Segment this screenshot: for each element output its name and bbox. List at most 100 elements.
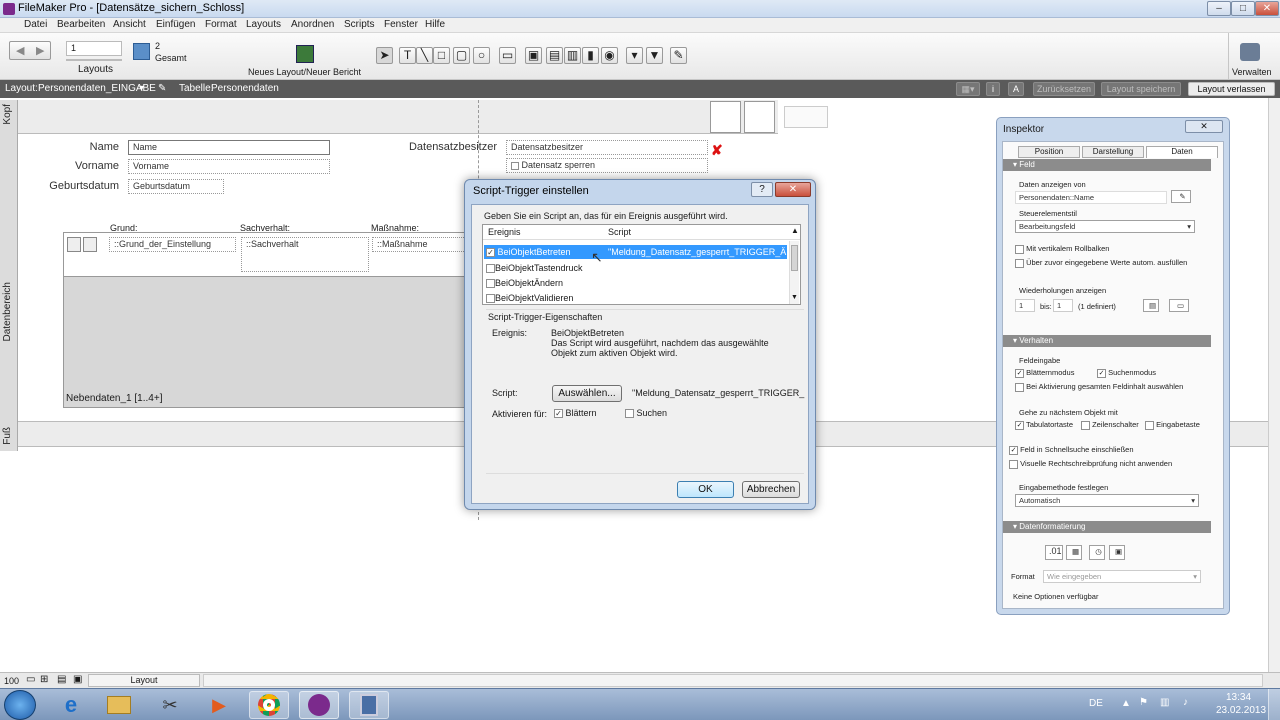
start-button-icon[interactable] [4,690,36,720]
return-key-option[interactable]: Zeilenschalter [1081,420,1139,430]
view-options-icon[interactable]: ▦▾ [956,82,980,96]
spellcheck-checkbox[interactable] [1009,459,1018,469]
menu-anordnen[interactable]: Anordnen [291,19,334,30]
media-player-icon[interactable]: ▶ [199,691,239,719]
delete-x-icon[interactable]: ✘ [711,142,723,159]
event-row-betreten[interactable]: ✓ BeiObjektBetreten "Meldung_Datensatz_g… [484,245,794,259]
event-row-validieren[interactable]: BeiObjektValidieren [484,291,787,305]
inspector-close-icon[interactable]: ✕ [1185,120,1223,133]
tray-arrow-icon[interactable]: ▲ [1121,698,1131,709]
portal-button-2[interactable] [83,237,97,252]
menu-hilfe[interactable]: Hilfe [425,19,445,30]
tab-darstellung[interactable]: Darstellung [1082,146,1144,158]
find-mode-option[interactable]: ✓ Suchenmodus [1097,368,1156,378]
time-format-icon[interactable]: ◷ [1089,545,1105,560]
menu-einfuegen[interactable]: Einfügen [156,19,195,30]
tab-key-option[interactable]: ✓ Tabulatortaste [1015,420,1073,430]
field-vorname[interactable]: Vorname [128,159,330,174]
section-datenformatierung[interactable]: ▾ Datenformatierung [1003,521,1211,533]
field-control-tool-icon[interactable]: ▾ [626,47,643,64]
record-slider[interactable] [66,59,122,61]
manage-icon[interactable] [1240,43,1260,61]
save-layout-button[interactable]: Layout speichern [1101,82,1181,96]
language-indicator[interactable]: DE [1089,698,1103,709]
new-layout-icon[interactable] [296,45,314,63]
event-checkbox-aendern[interactable] [486,279,495,289]
event-row-aendern[interactable]: BeiObjektÄndern [484,276,787,290]
scrollbar-option[interactable]: Mit vertikalem Rollbalken [1015,244,1109,254]
return-key-checkbox[interactable] [1081,420,1090,430]
tab-position[interactable]: Position [1018,146,1080,158]
rep-from-input[interactable]: 1 [1015,299,1035,312]
filemaker-pro-icon[interactable] [299,691,339,719]
rep-vertical-icon[interactable]: ▤ [1143,299,1159,312]
band-header[interactable]: Kopf [0,100,18,136]
select-all-option[interactable]: Bei Aktivierung gesamten Feldinhalt ausw… [1015,382,1183,392]
quickfind-option[interactable]: ✓ Feld in Schnellsuche einschließen [1009,445,1134,455]
zoom-level[interactable]: 100 [4,676,19,686]
snipping-tool-icon[interactable]: ✂ [150,691,190,719]
pointer-tool-icon[interactable]: ➤ [376,47,393,64]
vertical-scrollbar[interactable] [1268,98,1280,672]
scroll-down-icon[interactable]: ▼ [791,294,798,301]
oval-tool-icon[interactable]: ○ [473,47,490,64]
find-checkbox[interactable] [625,409,634,419]
scroll-up-icon[interactable]: ▲ [791,226,799,235]
clock-date[interactable]: 23.02.2013 [1216,705,1266,716]
video-editor-icon[interactable] [349,691,389,719]
line-tool-icon[interactable]: ╲ [416,47,433,64]
text-tool-icon[interactable]: T [399,47,416,64]
toggle-toolbar-icon[interactable]: ▣ [73,674,82,685]
flag-icon[interactable]: ⚑ [1139,697,1148,708]
event-list[interactable]: Ereignis Script ▲ ✓ BeiObjektBetreten "M… [482,224,801,305]
menu-fenster[interactable]: Fenster [384,19,418,30]
text-format-icon[interactable]: A [1008,82,1024,96]
find-option[interactable]: Suchen [625,408,667,419]
menu-format[interactable]: Format [205,19,237,30]
menu-datei[interactable]: Datei [24,19,47,30]
button-tool-icon[interactable]: ▣ [525,47,542,64]
brush-tool-icon[interactable]: ✎ [670,47,687,64]
band-body[interactable]: Datenbereich [0,136,18,421]
quickfind-checkbox[interactable]: ✓ [1009,445,1018,455]
format-painter-icon[interactable]: ▼ [646,47,663,64]
help-icon[interactable]: ? [751,182,773,197]
sperren-checkbox[interactable] [511,161,519,170]
rep-horizontal-icon[interactable]: ▭ [1169,299,1189,312]
prev-record-icon[interactable]: ◀ [16,44,24,57]
zoom-in-icon[interactable]: ⊞ [40,674,48,685]
explorer-icon[interactable] [99,691,139,719]
mode-selector[interactable]: Layout [88,674,200,687]
rectangle-tool-icon[interactable]: □ [433,47,450,64]
info-icon[interactable]: i [986,82,1000,96]
image-format-icon[interactable]: ▣ [1109,545,1125,560]
exit-layout-button[interactable]: Layout verlassen [1188,82,1275,96]
event-row-tastendruck[interactable]: BeiObjektTastendruck [484,261,787,275]
header-button-1[interactable] [710,101,741,133]
layout-dropdown-arrow-icon[interactable]: ▾ [139,83,144,94]
ok-button[interactable]: OK [677,481,734,498]
enter-key-checkbox[interactable] [1145,420,1154,430]
band-footer[interactable]: Fuß [0,421,18,451]
event-checkbox-validieren[interactable] [486,294,495,304]
menu-layouts[interactable]: Layouts [246,19,281,30]
menu-scripts[interactable]: Scripts [344,19,375,30]
toggle-status-icon[interactable]: ▤ [57,674,66,685]
autocomplete-checkbox[interactable] [1015,258,1024,268]
tab-daten[interactable]: Daten [1146,146,1218,158]
record-nav-buttons[interactable]: ◀ ▶ [9,41,51,60]
reset-button[interactable]: Zurücksetzen [1033,82,1095,96]
source-field[interactable]: Personendaten::Name [1015,191,1167,204]
col-script[interactable]: Script [608,227,631,237]
manage-label[interactable]: Verwalten [1232,67,1272,77]
menu-ansicht[interactable]: Ansicht [113,19,146,30]
record-number-input[interactable]: 1 [66,41,122,56]
field-sachverhalt[interactable]: ::Sachverhalt [241,237,369,272]
tab-key-checkbox[interactable]: ✓ [1015,420,1024,430]
horizontal-scrollbar[interactable] [203,674,1263,687]
format-select[interactable]: Wie eingegeben ▾ [1043,570,1201,583]
tab-control-tool-icon[interactable]: ▥ [564,47,581,64]
chart-tool-icon[interactable]: ▮ [582,47,599,64]
autocomplete-option[interactable]: Über zuvor eingegebene Werte autom. ausf… [1015,258,1187,268]
scrollbar-checkbox[interactable] [1015,244,1024,254]
